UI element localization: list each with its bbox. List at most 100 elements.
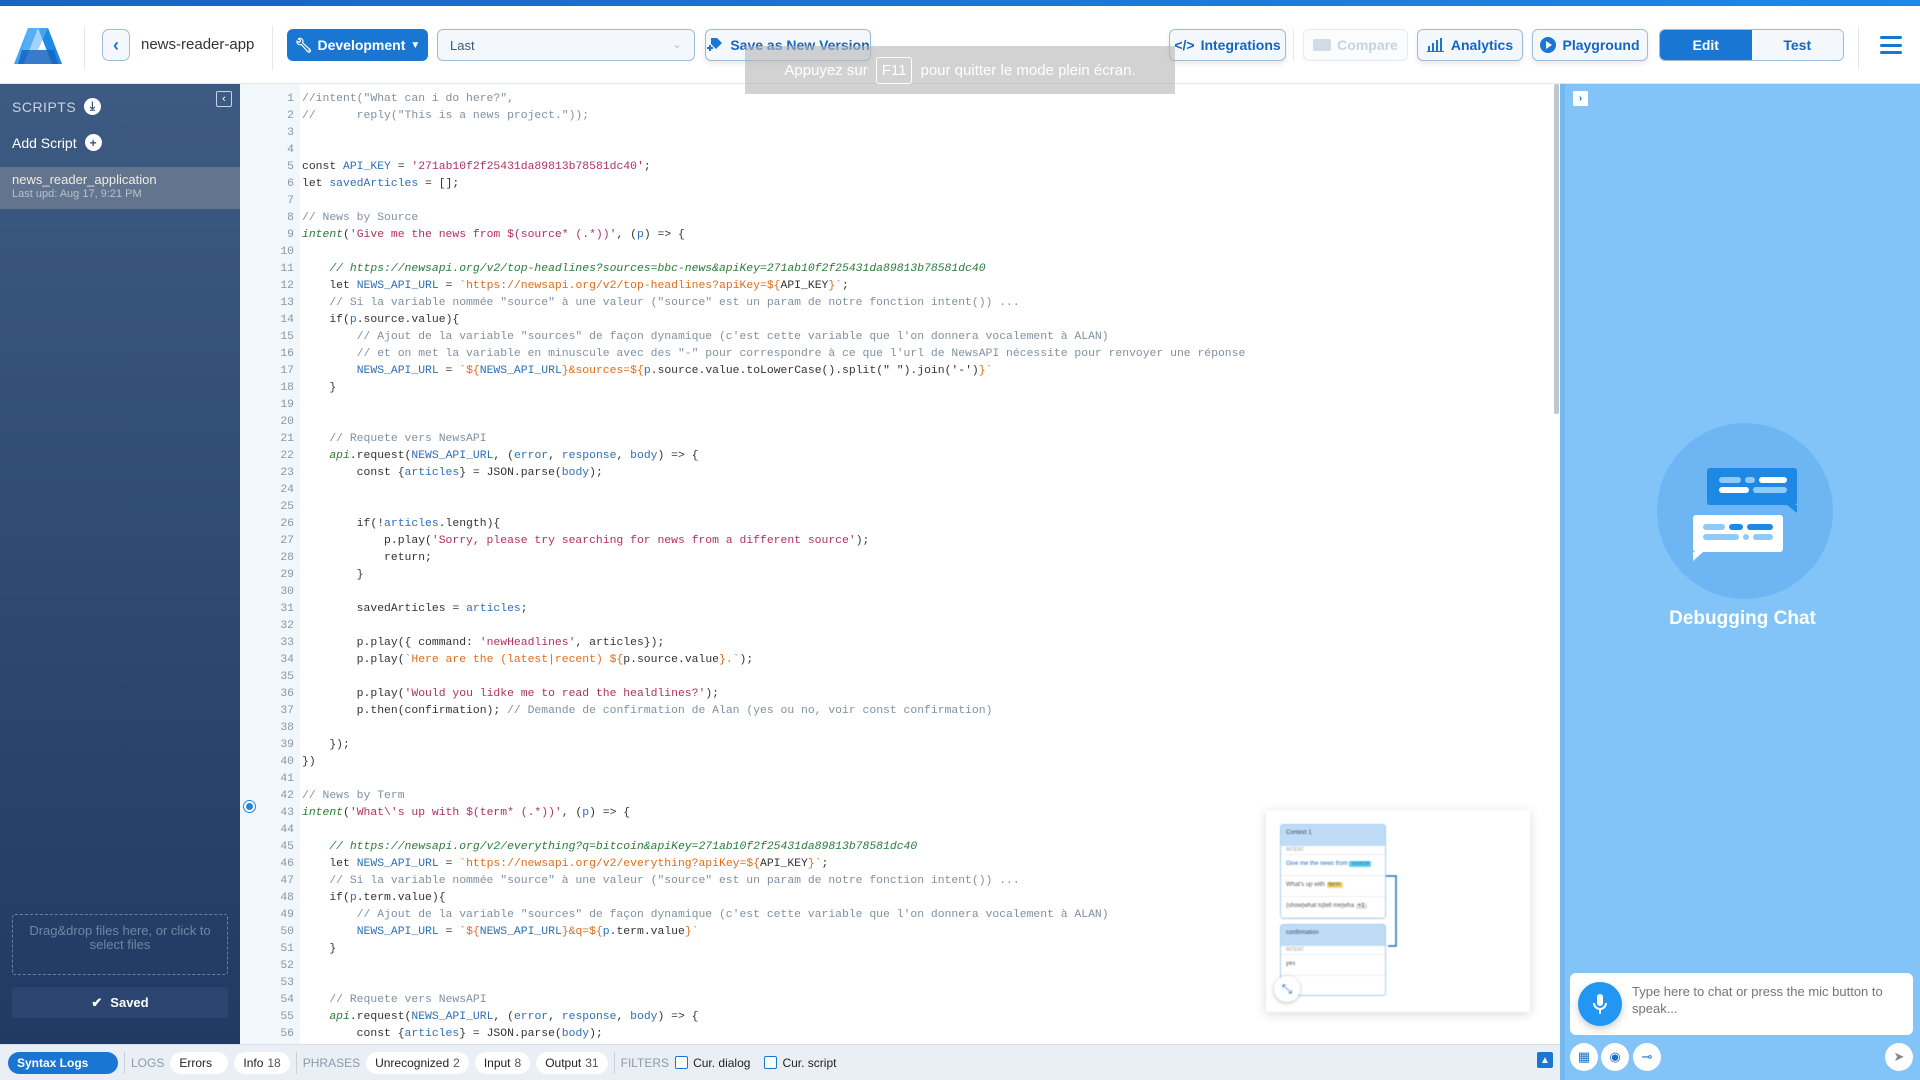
code-line[interactable]: 9 intent('Give me the news from $(source*… bbox=[240, 227, 1550, 244]
output-filter[interactable]: Output 31 bbox=[536, 1051, 608, 1074]
tab-test[interactable]: Test bbox=[1751, 30, 1843, 60]
playground-button[interactable]: Playground bbox=[1532, 29, 1648, 61]
line-number: 51 bbox=[280, 943, 294, 955]
code-line[interactable]: 36 p.play('Would you lidke me to read th… bbox=[240, 686, 1550, 703]
chevron-up-icon: ▲ bbox=[1540, 1054, 1550, 1066]
code-line[interactable]: 23 const {articles} = JSON.parse(body); bbox=[240, 465, 1550, 482]
code-text: // Requete vers NewsAPI bbox=[329, 994, 487, 1006]
analytics-button[interactable]: Analytics bbox=[1417, 29, 1523, 61]
code-line[interactable]: 38 bbox=[240, 720, 1550, 737]
tab-edit[interactable]: Edit bbox=[1660, 30, 1752, 60]
code-line[interactable]: 17 NEWS_API_URL = `${NEWS_API_URL}&sourc… bbox=[240, 363, 1550, 380]
code-line[interactable]: 10 bbox=[240, 244, 1550, 261]
back-button[interactable]: ‹ bbox=[102, 29, 130, 61]
input-filter[interactable]: Input 8 bbox=[474, 1051, 531, 1074]
add-script-button[interactable]: Add Script + bbox=[12, 134, 102, 151]
code-line[interactable]: 14 if(p.source.value){ bbox=[240, 312, 1550, 329]
code-line[interactable]: 20 bbox=[240, 414, 1550, 431]
expand-icon[interactable]: ⤡ bbox=[1274, 976, 1300, 1002]
code-line[interactable]: 22 api.request(NEWS_API_URL, (error, res… bbox=[240, 448, 1550, 465]
code-line[interactable]: 27 p.play('Sorry, please try searching f… bbox=[240, 533, 1550, 550]
key-button[interactable]: ⊸ bbox=[1633, 1043, 1661, 1071]
hamburger-menu-icon[interactable] bbox=[1880, 36, 1902, 54]
code-line[interactable]: 3 bbox=[240, 125, 1550, 142]
code-line[interactable]: 29 } bbox=[240, 567, 1550, 584]
environment-dropdown[interactable]: 🔧︎ Development ▼ bbox=[287, 29, 428, 61]
code-line[interactable]: 24 bbox=[240, 482, 1550, 499]
code-line[interactable]: 32 bbox=[240, 618, 1550, 635]
code-line[interactable]: 28 return; bbox=[240, 550, 1550, 567]
code-line[interactable]: 39 }); bbox=[240, 737, 1550, 754]
script-item[interactable]: news_reader_application Last upd: Aug 17… bbox=[0, 167, 240, 209]
code-line[interactable]: 41 bbox=[240, 771, 1550, 788]
code-line[interactable]: 8 // News by Source bbox=[240, 210, 1550, 227]
file-dropzone[interactable]: Drag&drop files here, or click to select… bbox=[12, 914, 228, 975]
divider bbox=[1293, 30, 1294, 60]
editor-scrollbar[interactable] bbox=[1554, 84, 1559, 414]
code-line[interactable]: 13 // Si la variable nommée "source" à u… bbox=[240, 295, 1550, 312]
code-line[interactable]: 37 p.then(confirmation); // Demande de c… bbox=[240, 703, 1550, 720]
syntax-logs-tab[interactable]: Syntax Logs bbox=[8, 1051, 118, 1074]
code-line[interactable]: 5 const API_KEY = '271ab10f2f25431da89813… bbox=[240, 159, 1550, 176]
code-line[interactable]: 34 p.play(`Here are the (latest|recent) … bbox=[240, 652, 1550, 669]
flow-preview[interactable]: Context 1 INTENT Give me the news from s… bbox=[1266, 810, 1530, 1012]
send-button[interactable]: ➤ bbox=[1885, 1043, 1913, 1071]
code-line[interactable]: 15 // Ajout de la variable "sources" de … bbox=[240, 329, 1550, 346]
code-line[interactable]: 21 // Requete vers NewsAPI bbox=[240, 431, 1550, 448]
fullscreen-notice-prefix: Appuyez sur bbox=[784, 61, 868, 79]
download-icon[interactable]: ⤓ bbox=[84, 98, 102, 115]
code-line[interactable]: 2 // reply("This is a news project.")); bbox=[240, 108, 1550, 125]
tag-plus-icon bbox=[707, 38, 723, 51]
code-line[interactable]: 4 bbox=[240, 142, 1550, 159]
qr-code-button[interactable]: ▦ bbox=[1570, 1043, 1598, 1071]
cur-script-checkbox[interactable]: Cur. script bbox=[764, 1056, 836, 1070]
scripts-header: SCRIPTS ⤓ bbox=[12, 98, 102, 115]
line-number: 47 bbox=[280, 875, 294, 887]
saved-status-button[interactable]: ✔ Saved bbox=[12, 987, 228, 1018]
line-number: 56 bbox=[280, 1028, 294, 1040]
line-number: 14 bbox=[280, 314, 294, 326]
code-line[interactable]: 7 bbox=[240, 193, 1550, 210]
version-select[interactable]: Last ⌄ bbox=[437, 29, 695, 61]
mic-button[interactable] bbox=[1578, 982, 1622, 1026]
cur-dialog-checkbox[interactable]: Cur. dialog bbox=[675, 1056, 750, 1070]
code-text: return; bbox=[302, 552, 432, 564]
expand-panel-button[interactable]: › bbox=[1573, 91, 1588, 106]
code-line[interactable]: 16 // et on met la variable en minuscule… bbox=[240, 346, 1550, 363]
code-line[interactable]: 12 let NEWS_API_URL = `https://newsapi.o… bbox=[240, 278, 1550, 295]
breakpoint-icon[interactable] bbox=[244, 801, 255, 812]
line-number: 55 bbox=[280, 1011, 294, 1023]
code-line[interactable]: 35 bbox=[240, 669, 1550, 686]
line-number: 46 bbox=[280, 858, 294, 870]
code-line[interactable]: 31 savedArticles = articles; bbox=[240, 601, 1550, 618]
code-line[interactable]: 30 bbox=[240, 584, 1550, 601]
line-number: 50 bbox=[280, 926, 294, 938]
code-line[interactable]: 11 // https://newsapi.org/v2/top-headlin… bbox=[240, 261, 1550, 278]
alan-logo-icon[interactable] bbox=[14, 28, 62, 64]
collapse-sidebar-button[interactable]: ‹ bbox=[216, 91, 232, 107]
code-line[interactable]: 6 let savedArticles = []; bbox=[240, 176, 1550, 193]
code-text: // https://newsapi.org/v2/top-headlines?… bbox=[329, 263, 986, 275]
expand-logs-button[interactable]: ▲ bbox=[1537, 1052, 1553, 1068]
errors-filter[interactable]: Errors bbox=[170, 1051, 229, 1074]
code-text: if(p.term.value){ bbox=[302, 892, 446, 904]
code-line[interactable]: 56 const {articles} = JSON.parse(body); bbox=[240, 1026, 1550, 1043]
analytics-label: Analytics bbox=[1450, 37, 1514, 53]
code-line[interactable]: 33 p.play({ command: 'newHeadlines', art… bbox=[240, 635, 1550, 652]
info-filter[interactable]: Info 18 bbox=[234, 1051, 290, 1074]
integrations-button[interactable]: </> Integrations bbox=[1169, 29, 1286, 61]
visibility-button[interactable]: ◉ bbox=[1601, 1043, 1629, 1071]
code-line[interactable]: 26 if(!articles.length){ bbox=[240, 516, 1550, 533]
wrench-icon: 🔧︎ bbox=[294, 36, 313, 53]
compare-button[interactable]: Compare bbox=[1303, 29, 1408, 61]
code-line[interactable]: 18 } bbox=[240, 380, 1550, 397]
unrecognized-filter[interactable]: Unrecognized 2 bbox=[366, 1051, 469, 1074]
chat-input[interactable] bbox=[1632, 983, 1902, 1025]
code-line[interactable]: 42// News by Term bbox=[240, 788, 1550, 805]
code-line[interactable]: 19 bbox=[240, 397, 1550, 414]
line-number: 15 bbox=[280, 331, 294, 343]
code-line[interactable]: 40}) bbox=[240, 754, 1550, 771]
code-line[interactable]: 25 bbox=[240, 499, 1550, 516]
